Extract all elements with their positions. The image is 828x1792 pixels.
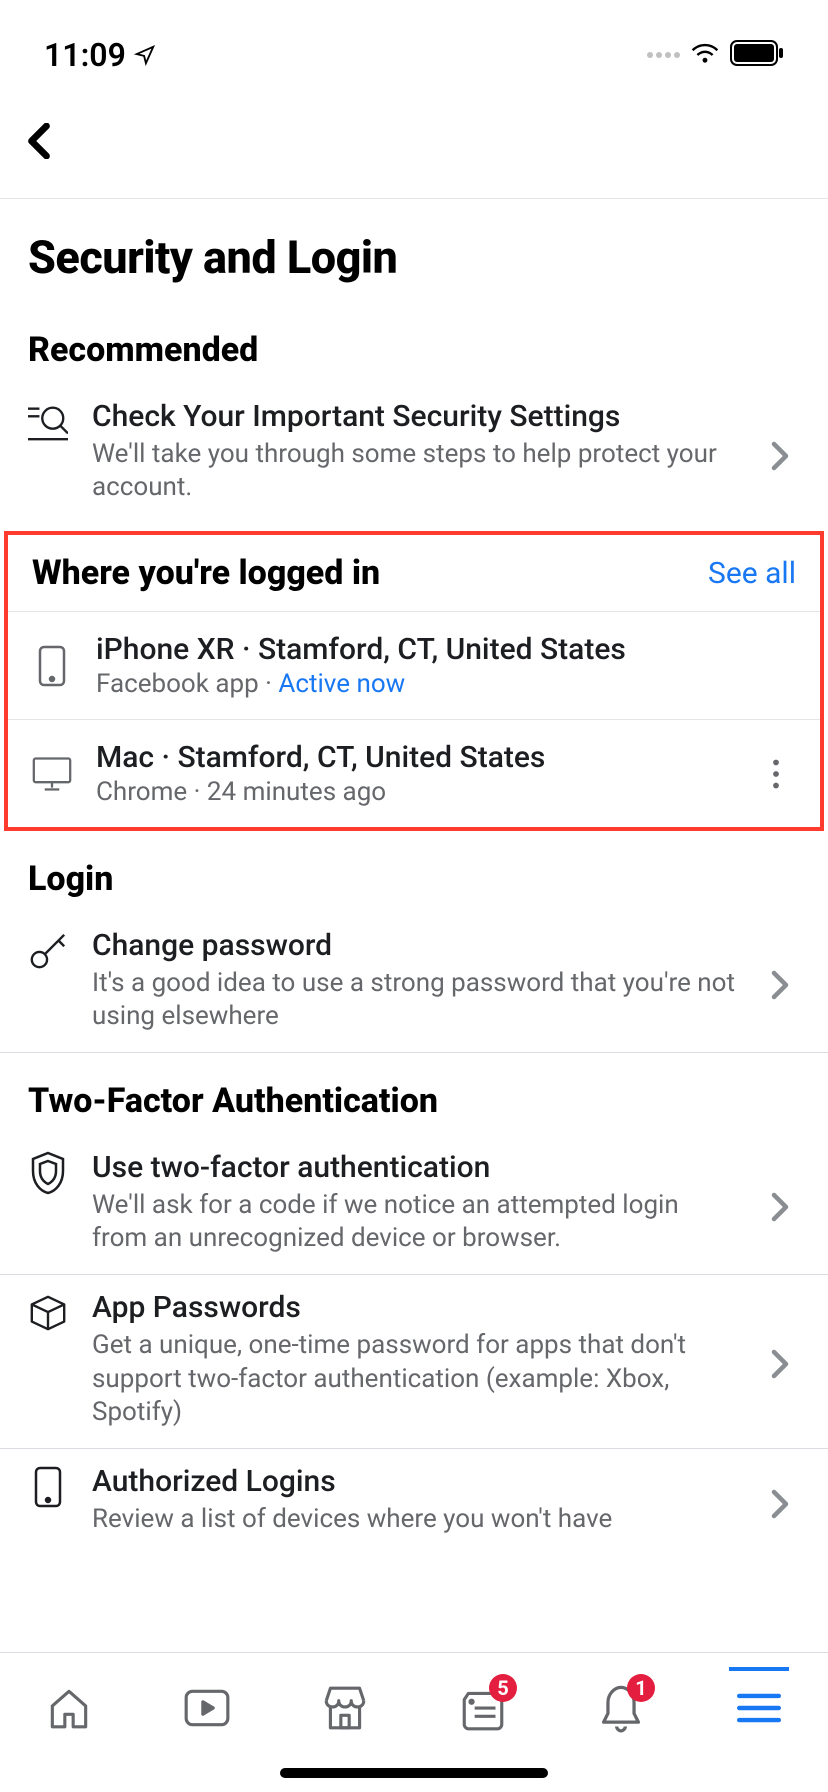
nav-marketplace[interactable] — [315, 1678, 375, 1738]
chevron-right-icon — [760, 441, 800, 471]
device-row-iphone[interactable]: iPhone XR · Stamford, CT, United States … — [8, 611, 820, 719]
nav-menu[interactable] — [729, 1678, 789, 1738]
nav-badge-news: 5 — [489, 1674, 517, 1702]
device-subtitle: Chrome · 24 minutes ago — [96, 777, 732, 807]
see-all-link[interactable]: See all — [708, 556, 796, 591]
phone-icon — [32, 645, 72, 687]
row-subtitle: Get a unique, one-time password for apps… — [92, 1329, 736, 1430]
row-subtitle: Review a list of devices where you won't… — [92, 1503, 736, 1537]
device-subtitle: Facebook app · Active now — [96, 669, 796, 699]
location-arrow-icon — [134, 36, 156, 74]
section-title-login: Login — [0, 831, 828, 913]
more-menu-button[interactable] — [756, 759, 796, 789]
page-title: Security and Login — [0, 199, 828, 302]
row-subtitle: We'll ask for a code if we notice an att… — [92, 1189, 736, 1257]
row-title: Authorized Logins — [92, 1463, 736, 1501]
section-title-two-factor: Two-Factor Authentication — [0, 1053, 828, 1135]
nav-watch[interactable] — [177, 1678, 237, 1738]
row-subtitle: It's a good idea to use a strong passwor… — [92, 967, 736, 1035]
phone-icon — [28, 1467, 68, 1507]
status-time: 11:09 — [44, 36, 126, 74]
row-title: Change password — [92, 927, 736, 965]
chevron-right-icon — [760, 1349, 800, 1379]
nav-badge-notifications: 1 — [627, 1674, 655, 1702]
wifi-icon — [690, 41, 720, 69]
row-title: Check Your Important Security Settings — [92, 398, 736, 436]
key-icon — [28, 931, 68, 971]
page-header — [0, 88, 828, 199]
section-title-logged-in: Where you're logged in — [32, 553, 380, 593]
shield-icon — [28, 1153, 68, 1193]
section-title-recommended: Recommended — [0, 302, 828, 384]
row-check-security-settings[interactable]: Check Your Important Security Settings W… — [0, 384, 828, 523]
status-bar: 11:09 — [0, 0, 828, 88]
nav-home[interactable] — [39, 1678, 99, 1738]
row-change-password[interactable]: Change password It's a good idea to use … — [0, 913, 828, 1052]
chevron-right-icon — [760, 1489, 800, 1519]
device-title: iPhone XR · Stamford, CT, United States — [96, 632, 796, 667]
signal-dots — [647, 52, 680, 58]
highlight-box-sessions: Where you're logged in See all iPhone XR… — [4, 531, 824, 831]
row-authorized-logins[interactable]: Authorized Logins Review a list of devic… — [0, 1449, 828, 1554]
device-row-mac[interactable]: Mac · Stamford, CT, United States Chrome… — [8, 719, 820, 827]
row-app-passwords[interactable]: App Passwords Get a unique, one-time pas… — [0, 1275, 828, 1448]
back-button[interactable] — [28, 116, 68, 166]
row-title: App Passwords — [92, 1289, 736, 1327]
row-use-two-factor[interactable]: Use two-factor authentication We'll ask … — [0, 1135, 828, 1274]
checklist-search-icon — [28, 402, 68, 442]
chevron-right-icon — [760, 1192, 800, 1222]
cube-icon — [28, 1293, 68, 1333]
desktop-icon — [32, 753, 72, 795]
nav-notifications[interactable]: 1 — [591, 1678, 651, 1738]
nav-news[interactable]: 5 — [453, 1678, 513, 1738]
battery-icon — [730, 40, 784, 70]
device-title: Mac · Stamford, CT, United States — [96, 740, 732, 775]
row-title: Use two-factor authentication — [92, 1149, 736, 1187]
chevron-right-icon — [760, 970, 800, 1000]
home-indicator[interactable] — [280, 1768, 548, 1778]
row-subtitle: We'll take you through some steps to hel… — [92, 438, 736, 506]
